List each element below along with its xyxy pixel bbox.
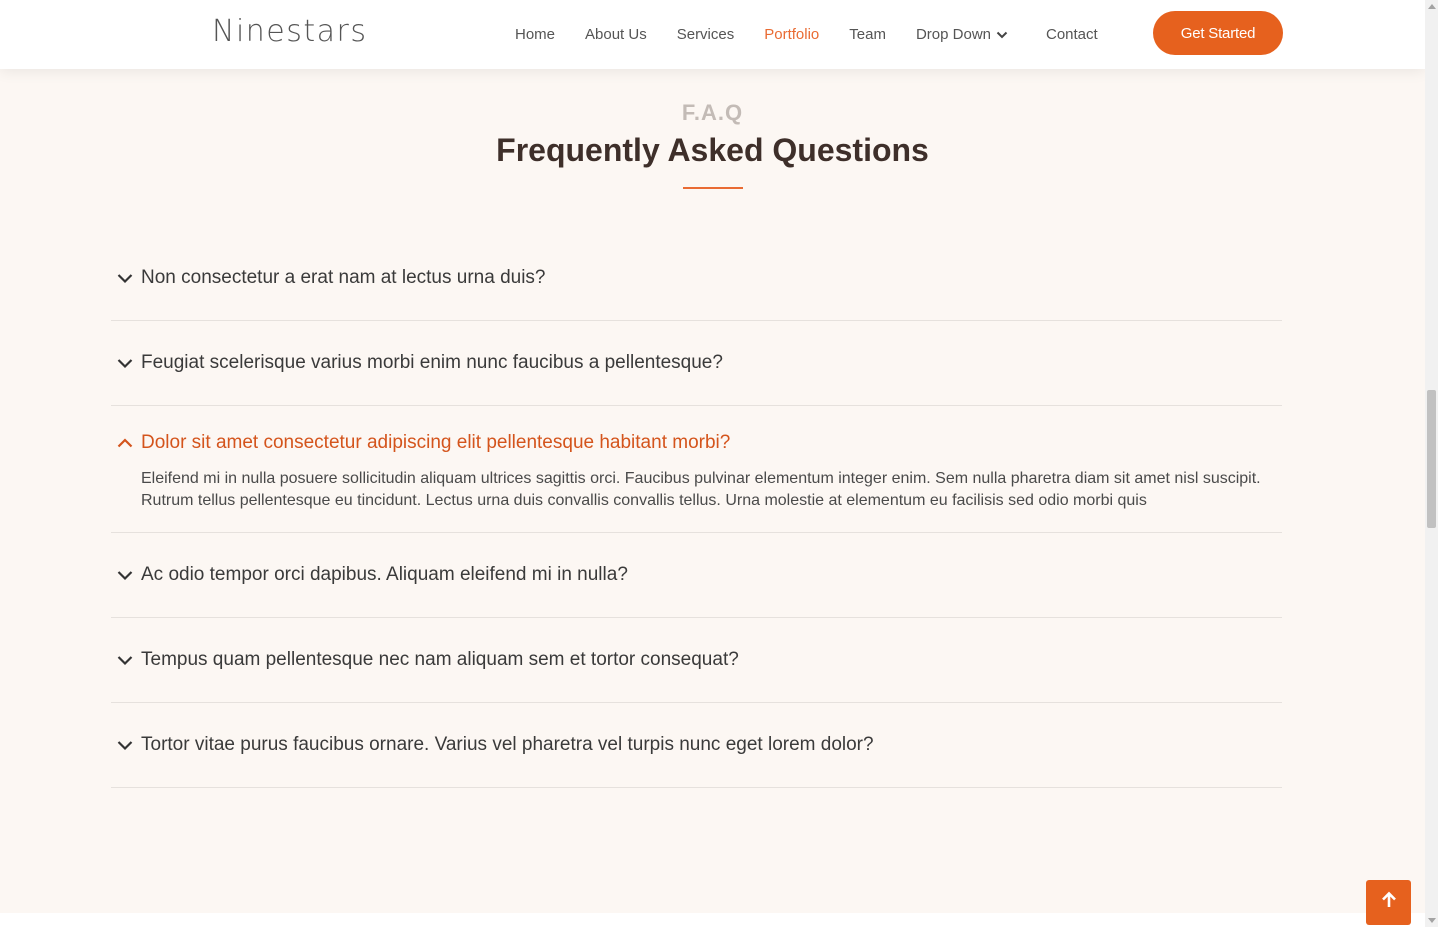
faq-question-text: Tempus quam pellentesque nec nam aliquam… [141,649,739,670]
get-started-button[interactable]: Get Started [1153,11,1283,55]
faq-question-text: Ac odio tempor orci dapibus. Aliquam ele… [141,564,628,585]
nav-label: Contact [1046,26,1098,43]
title-underline [682,187,743,189]
faq-item-expanded: Dolor sit amet consectetur adipiscing el… [111,406,1282,533]
faq-question-text: Dolor sit amet consectetur adipiscing el… [141,432,731,453]
nav-about-us[interactable]: About Us [570,26,662,43]
faq-item: Tempus quam pellentesque nec nam aliquam… [111,618,1282,703]
nav-label: Services [676,26,735,43]
chevron-down-icon [111,354,141,372]
nav-services[interactable]: Services [662,26,750,43]
faq-question[interactable]: Tortor vitae purus faucibus ornare. Vari… [111,703,1282,787]
footer-edge [0,913,1425,927]
faq-question-text: Non consectetur a erat nam at lectus urn… [141,267,546,288]
chevron-down-icon [111,566,141,584]
page: Ninestars Home About Us Services Portfol… [0,0,1425,927]
arrow-up-icon [1379,890,1399,915]
nav-home[interactable]: Home [500,26,570,43]
faq-question-text: Tortor vitae purus faucibus ornare. Vari… [141,734,874,755]
section-kicker: F.A.Q [681,100,744,125]
chevron-up-icon [111,434,141,452]
nav-contact[interactable]: Contact [1031,26,1113,43]
faq-question-text: Feugiat scelerisque varius morbi enim nu… [141,352,723,373]
nav-label: About Us [585,26,647,43]
scroll-up-arrow-icon[interactable] [1428,4,1436,9]
nav-label: Drop Down [915,26,991,43]
scrollbar-thumb[interactable] [1427,390,1436,528]
faq-question[interactable]: Feugiat scelerisque varius morbi enim nu… [111,321,1282,405]
faq-item: Non consectetur a erat nam at lectus urn… [111,236,1282,321]
chevron-down-icon [111,736,141,754]
site-header: Ninestars Home About Us Services Portfol… [0,0,1425,69]
faq-list: Non consectetur a erat nam at lectus urn… [111,236,1282,788]
faq-item: Tortor vitae purus faucibus ornare. Vari… [111,703,1282,788]
nav-label: Team [849,26,886,43]
faq-answer: Eleifend mi in nulla posuere sollicitudi… [141,470,1261,509]
chevron-down-icon [996,29,1008,41]
page-scrollbar[interactable] [1425,0,1438,927]
faq-item: Ac odio tempor orci dapibus. Aliquam ele… [111,533,1282,618]
nav-portfolio[interactable]: Portfolio [749,26,834,43]
chevron-down-icon [111,269,141,287]
faq-question[interactable]: Ac odio tempor orci dapibus. Aliquam ele… [111,533,1282,617]
section-title: Frequently Asked Questions [496,132,929,168]
faq-question[interactable]: Tempus quam pellentesque nec nam aliquam… [111,618,1282,702]
nav-label: Home [515,26,556,43]
faq-section-header: F.A.Q Frequently Asked Questions [0,100,1425,189]
scroll-down-arrow-icon[interactable] [1428,918,1436,923]
chevron-down-icon [111,651,141,669]
nav-team[interactable]: Team [834,26,901,43]
faq-item: Feugiat scelerisque varius morbi enim nu… [111,321,1282,406]
nav-drop-down[interactable]: Drop Down [901,26,1023,43]
faq-question[interactable]: Non consectetur a erat nam at lectus urn… [111,236,1282,320]
logo[interactable]: Ninestars [212,14,368,49]
main-nav: Home About Us Services Portfolio Team Dr… [500,0,1113,69]
nav-label: Portfolio [764,26,820,43]
back-to-top-button[interactable] [1366,880,1411,925]
